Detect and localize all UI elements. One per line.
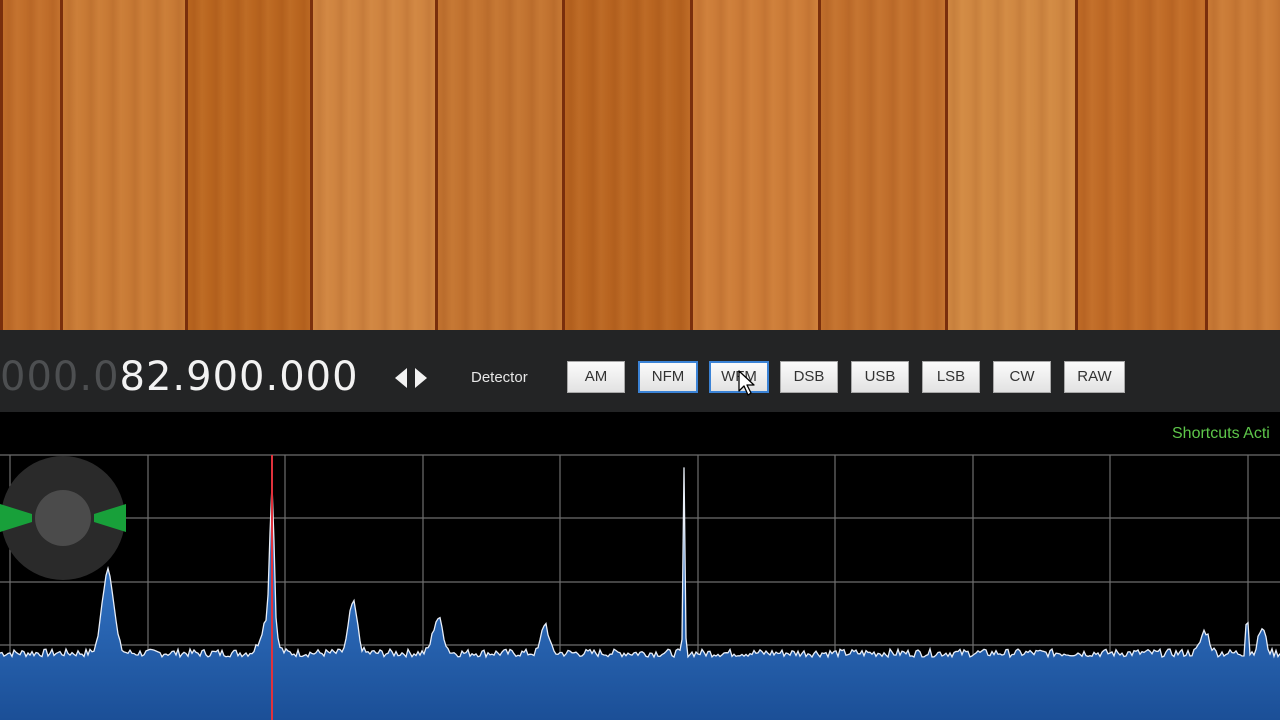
frequency-active-digits[interactable]: 82.900.000 [120,354,359,400]
wood-plank [562,0,690,330]
wood-plank [0,0,60,330]
frequency-dim-digits: 000.0 [0,354,120,400]
wood-plank [435,0,562,330]
tuning-jog-wheel-icon[interactable] [0,456,126,580]
mode-button-dsb[interactable]: DSB [780,361,838,393]
spectrum-trace [0,467,1280,659]
wood-background [0,0,1280,330]
wood-plank [310,0,435,330]
spectrum-fill [0,467,1280,720]
mode-button-am[interactable]: AM [567,361,625,393]
wood-plank [818,0,945,330]
mode-button-usb[interactable]: USB [851,361,909,393]
wood-plank [60,0,185,330]
spectrum-display[interactable] [0,412,1280,720]
wood-plank [1075,0,1205,330]
wood-plank [690,0,818,330]
mode-button-raw[interactable]: RAW [1064,361,1125,393]
wood-plank [1205,0,1280,330]
mode-button-nfm[interactable]: NFM [638,361,698,393]
frequency-step-arrows[interactable] [390,362,432,394]
wood-plank [185,0,310,330]
wood-plank [945,0,1075,330]
detector-label: Detector [471,369,528,386]
right-arrow-icon[interactable] [413,367,429,389]
mode-button-cw[interactable]: CW [993,361,1051,393]
left-arrow-icon[interactable] [393,367,409,389]
mouse-pointer-icon [738,370,755,396]
frequency-display[interactable]: 000.082.900.000 [0,351,359,403]
mode-button-lsb[interactable]: LSB [922,361,980,393]
